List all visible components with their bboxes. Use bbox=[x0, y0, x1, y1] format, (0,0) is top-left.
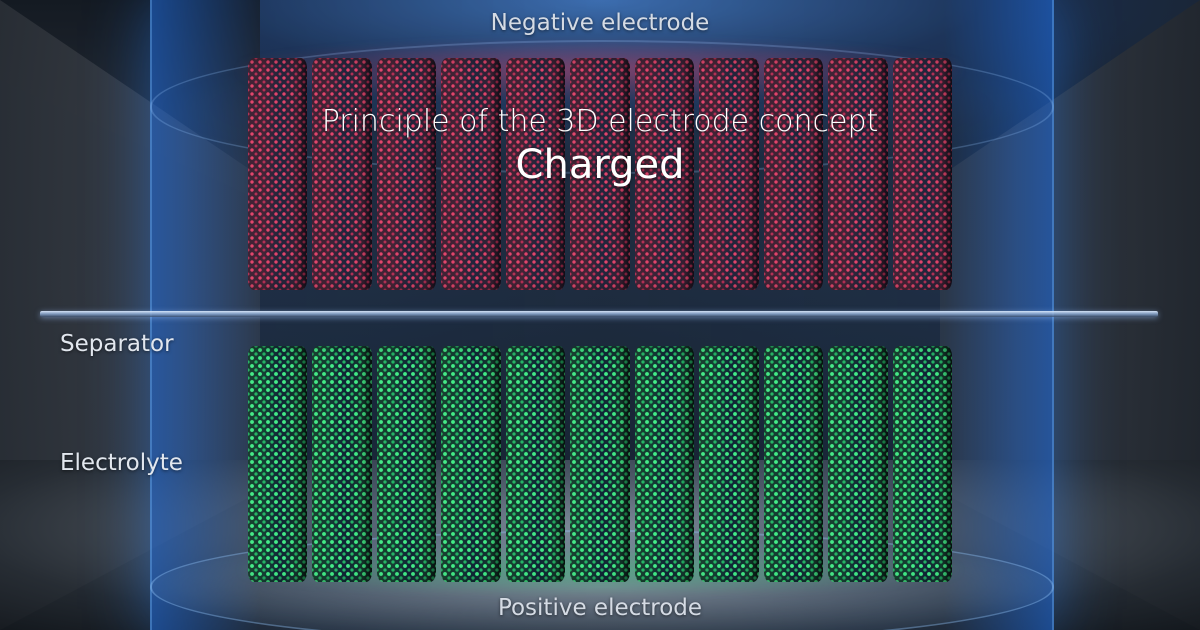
positive-electrode-pillars bbox=[248, 346, 952, 582]
positive-electrode-pillar bbox=[634, 346, 695, 582]
negative-electrode-label: Negative electrode bbox=[490, 10, 710, 36]
positive-electrode-pillar bbox=[828, 346, 888, 582]
positive-electrode-pillar bbox=[312, 346, 372, 582]
diagram-title: Principle of the 3D electrode concept bbox=[321, 104, 879, 139]
positive-electrode-pillar bbox=[376, 346, 437, 582]
positive-electrode-pillar bbox=[763, 346, 824, 582]
positive-electrode-label: Positive electrode bbox=[497, 595, 703, 621]
positive-electrode-pillar bbox=[248, 346, 308, 582]
charge-state-label: Charged bbox=[515, 142, 685, 188]
positive-electrode-pillar bbox=[505, 346, 566, 582]
electrolyte-label: Electrolyte bbox=[60, 450, 183, 476]
separator-label: Separator bbox=[60, 331, 174, 357]
positive-electrode-pillar bbox=[699, 346, 759, 582]
positive-electrode-pillar bbox=[441, 346, 501, 582]
separator-membrane bbox=[40, 311, 1158, 317]
positive-electrode-pillar bbox=[570, 346, 630, 582]
positive-electrode-pillar bbox=[892, 346, 952, 582]
electrode-diagram-scene: Negative electrode Principle of the 3D e… bbox=[0, 0, 1200, 630]
